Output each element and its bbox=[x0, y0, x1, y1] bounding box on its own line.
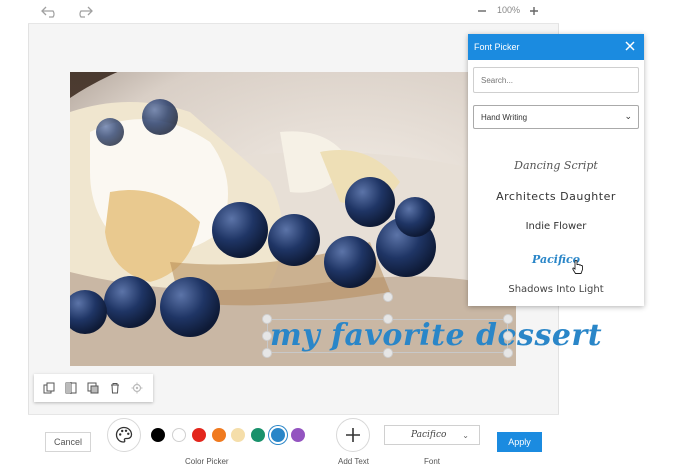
add-text-button[interactable] bbox=[336, 418, 370, 452]
font-search-input[interactable] bbox=[473, 67, 639, 93]
font-category-value: Hand Writing bbox=[481, 112, 528, 122]
color-swatch-green[interactable] bbox=[251, 428, 265, 442]
copy-icon[interactable] bbox=[40, 379, 58, 397]
color-swatch-cream[interactable] bbox=[231, 428, 245, 442]
redo-icon[interactable] bbox=[74, 4, 94, 20]
apply-button[interactable]: Apply bbox=[497, 432, 542, 452]
plus-icon bbox=[346, 428, 360, 442]
zoom-in-icon[interactable] bbox=[528, 5, 540, 17]
font-option-architects-daughter[interactable]: Architects Daughter bbox=[468, 190, 644, 203]
font-category-select[interactable]: Hand Writing ⌄ bbox=[473, 105, 639, 129]
settings-icon[interactable] bbox=[128, 379, 146, 397]
font-label: Font bbox=[424, 457, 441, 466]
object-toolbox bbox=[34, 374, 153, 402]
resize-handle[interactable] bbox=[262, 331, 272, 341]
font-picker-header: Font Picker bbox=[468, 34, 644, 60]
resize-handle[interactable] bbox=[503, 331, 513, 341]
color-swatch-black[interactable] bbox=[151, 428, 165, 442]
color-swatch-red[interactable] bbox=[192, 428, 206, 442]
resize-handle[interactable] bbox=[383, 348, 393, 358]
font-select[interactable]: Pacifico ⌄ bbox=[384, 425, 480, 445]
layer-icon[interactable] bbox=[84, 379, 102, 397]
chevron-down-icon: ⌄ bbox=[462, 431, 469, 440]
palette-icon bbox=[115, 426, 133, 443]
zoom-level: 100% bbox=[497, 5, 521, 15]
undo-icon[interactable] bbox=[40, 4, 60, 20]
font-picker-title: Font Picker bbox=[474, 42, 520, 52]
color-swatch-purple[interactable] bbox=[291, 428, 305, 442]
trash-icon[interactable] bbox=[106, 379, 124, 397]
chevron-down-icon: ⌄ bbox=[624, 111, 632, 121]
color-swatch-blue[interactable] bbox=[271, 428, 285, 442]
hand-cursor-icon bbox=[572, 260, 584, 281]
font-select-value: Pacifico bbox=[411, 430, 447, 440]
font-picker-panel: Font Picker Hand Writing ⌄ Dancing Scrip… bbox=[468, 34, 644, 306]
flip-icon[interactable] bbox=[62, 379, 80, 397]
add-text-label: Add Text bbox=[338, 457, 369, 466]
color-swatch-orange[interactable] bbox=[212, 428, 226, 442]
font-option-dancing-script[interactable]: Dancing Script bbox=[468, 159, 644, 172]
resize-handle[interactable] bbox=[262, 314, 272, 324]
resize-handle[interactable] bbox=[262, 348, 272, 358]
resize-handle[interactable] bbox=[503, 314, 513, 324]
color-picker-label: Color Picker bbox=[185, 457, 229, 466]
color-swatch-white[interactable] bbox=[172, 428, 186, 442]
font-option-shadows-into-light[interactable]: Shadows Into Light bbox=[468, 284, 644, 295]
rotate-handle[interactable] bbox=[383, 292, 393, 302]
resize-handle[interactable] bbox=[503, 348, 513, 358]
palette-button[interactable] bbox=[107, 418, 141, 452]
resize-handle[interactable] bbox=[383, 314, 393, 324]
font-option-indie-flower[interactable]: Indie Flower bbox=[468, 221, 644, 232]
cancel-button[interactable]: Cancel bbox=[45, 432, 91, 452]
zoom-out-icon[interactable] bbox=[476, 5, 488, 17]
close-icon[interactable] bbox=[624, 40, 636, 52]
font-option-pacifico[interactable]: Pacifico bbox=[468, 253, 644, 266]
